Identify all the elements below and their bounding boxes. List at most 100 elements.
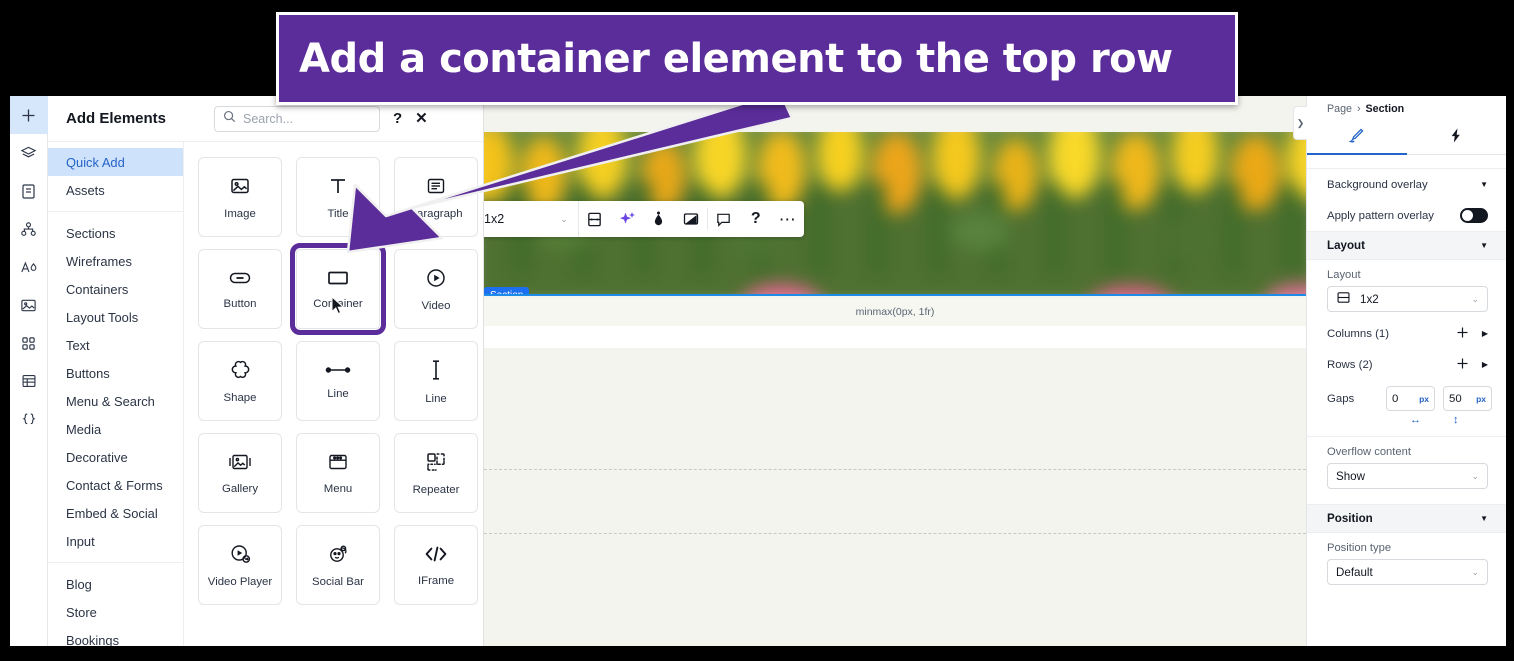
category-list: Quick Add Assets Sections Wireframes Contain… <box>48 142 184 646</box>
inspector-divider <box>1307 436 1506 437</box>
element-tile-title[interactable]: Title <box>296 157 380 237</box>
category-item-sections[interactable]: Sections <box>48 219 183 247</box>
position-type-select[interactable]: Default ⌄ <box>1327 559 1488 585</box>
add-column-icon[interactable] <box>1456 326 1469 342</box>
category-item-layout-tools[interactable]: Layout Tools <box>48 303 183 331</box>
element-tile-button[interactable]: Button <box>198 249 282 329</box>
more-icon[interactable]: ⋯ <box>772 201 804 237</box>
category-item-bookings[interactable]: Bookings <box>48 626 183 647</box>
apply-pattern-overlay-toggle[interactable] <box>1460 208 1488 223</box>
category-item-store[interactable]: Store <box>48 598 183 626</box>
element-tile-iframe[interactable]: IFrame <box>394 525 478 605</box>
horizontal-gap-icon: ↔ <box>1410 414 1421 426</box>
element-tile-repeater[interactable]: Repeater <box>394 433 478 513</box>
chevron-down-icon: ⌄ <box>1471 470 1479 481</box>
layers-icon[interactable] <box>10 134 48 172</box>
image-icon[interactable] <box>10 286 48 324</box>
layout-section-header[interactable]: Layout ▼ <box>1307 231 1506 260</box>
category-item-menu-search[interactable]: Menu & Search <box>48 387 183 415</box>
table-icon[interactable] <box>10 362 48 400</box>
gap-horizontal-unit: px <box>1419 393 1429 404</box>
overflow-content-select[interactable]: Show ⌄ <box>1327 463 1488 489</box>
toolbar-layout-select[interactable]: 1x2 ⌄ <box>484 201 579 237</box>
comment-icon[interactable] <box>708 201 740 237</box>
gap-axis-icons: ↔ ↕ <box>1307 414 1506 426</box>
chevron-down-icon[interactable]: ▼ <box>1480 180 1488 189</box>
element-tile-social-bar[interactable]: Social Bar <box>296 525 380 605</box>
chevron-down-icon[interactable]: ▼ <box>1480 514 1488 523</box>
element-tile-label: Line <box>425 392 447 405</box>
layout-grid-icon[interactable] <box>579 201 611 237</box>
breadcrumb-parent[interactable]: Page <box>1327 103 1352 115</box>
apply-pattern-overlay-row: Apply pattern overlay <box>1307 200 1506 231</box>
category-item-input[interactable]: Input <box>48 527 183 555</box>
collapse-panel-chevron-icon[interactable]: ❯ <box>1293 106 1307 140</box>
category-item-media[interactable]: Media <box>48 415 183 443</box>
expand-columns-icon[interactable]: ▶ <box>1482 329 1488 338</box>
category-item-quick-add[interactable]: Quick Add <box>48 148 183 176</box>
gap-vertical-input[interactable]: 50 px <box>1443 386 1492 411</box>
element-grid: Image Title Paragraph Button Container Video S… <box>198 157 483 605</box>
search-input[interactable] <box>243 111 371 126</box>
help-icon[interactable]: ? <box>740 201 772 237</box>
element-tile-line[interactable]: Line <box>394 341 478 421</box>
gap-horizontal-input[interactable]: 0 px <box>1386 386 1435 411</box>
search-box[interactable] <box>214 105 380 132</box>
gaps-row: Gaps 0 px 50 px <box>1307 380 1506 411</box>
editor-canvas[interactable]: Section 1x2 ⌄ ? ⋯ minmax(0px, 1fr) <box>484 96 1306 646</box>
category-item-assets[interactable]: Assets <box>48 176 183 204</box>
element-tile-shape[interactable]: Shape <box>198 341 282 421</box>
eyedropper-icon[interactable] <box>643 201 675 237</box>
callout-banner: Add a container element to the top row <box>276 12 1238 105</box>
code-braces-icon[interactable] <box>10 400 48 438</box>
add-row-icon[interactable] <box>1456 357 1469 373</box>
category-item-containers[interactable]: Containers <box>48 275 183 303</box>
element-tile-menu[interactable]: Menu <box>296 433 380 513</box>
category-item-contact-forms[interactable]: Contact & Forms <box>48 471 183 499</box>
element-tile-label: Title <box>327 207 349 220</box>
chevron-down-icon[interactable]: ▼ <box>1480 241 1488 250</box>
panel-body: Quick Add Assets Sections Wireframes Contain… <box>48 142 483 646</box>
element-tile-label: Gallery <box>221 482 259 495</box>
tab-interactions[interactable] <box>1407 121 1507 154</box>
element-tile-container[interactable]: Container <box>290 243 386 335</box>
category-item-wireframes[interactable]: Wireframes <box>48 247 183 275</box>
breadcrumb-current: Section <box>1365 102 1405 115</box>
layout-field-label: Layout <box>1327 269 1361 281</box>
expand-rows-icon[interactable]: ▶ <box>1482 360 1488 369</box>
theme-icon[interactable] <box>10 248 48 286</box>
screen-icon[interactable] <box>675 201 707 237</box>
button-tile-icon <box>228 269 252 287</box>
grid-guide-line <box>484 469 1306 470</box>
category-divider <box>48 211 183 212</box>
element-grid-wrap: Image Title Paragraph Button Container Video S… <box>184 142 483 646</box>
element-tile-line[interactable]: Line <box>296 341 380 421</box>
tab-design[interactable] <box>1307 121 1407 155</box>
category-item-text[interactable]: Text <box>48 331 183 359</box>
sitemap-icon[interactable] <box>10 210 48 248</box>
container-tile-icon <box>326 269 350 287</box>
floating-element-toolbar[interactable]: 1x2 ⌄ ? ⋯ <box>484 201 804 237</box>
element-tile-video[interactable]: Video <box>394 249 478 329</box>
element-tile-image[interactable]: Image <box>198 157 282 237</box>
category-item-decorative[interactable]: Decorative <box>48 443 183 471</box>
help-button[interactable]: ? <box>393 111 402 126</box>
element-tile-label: Social Bar <box>312 575 364 588</box>
element-tile-paragraph[interactable]: Paragraph <box>394 157 478 237</box>
element-tile-video-player[interactable]: Video Player <box>198 525 282 605</box>
ai-sparkle-icon[interactable] <box>611 201 643 237</box>
category-item-blog[interactable]: Blog <box>48 570 183 598</box>
close-button[interactable]: ✕ <box>415 111 428 126</box>
add-elements-icon[interactable] <box>10 96 48 134</box>
apps-grid-icon[interactable] <box>10 324 48 362</box>
element-tile-gallery[interactable]: Gallery <box>198 433 282 513</box>
layout-select[interactable]: 1x2 ⌄ <box>1327 286 1488 312</box>
category-item-buttons[interactable]: Buttons <box>48 359 183 387</box>
element-tile-label: Line <box>327 387 349 400</box>
background-overlay-row[interactable]: Background overlay ▼ <box>1307 169 1506 200</box>
layout-select-value: 1x2 <box>1360 292 1379 306</box>
category-item-embed-social[interactable]: Embed & Social <box>48 499 183 527</box>
position-section-header[interactable]: Position ▼ <box>1307 504 1506 533</box>
element-tile-label: Menu <box>323 482 353 495</box>
page-icon[interactable] <box>10 172 48 210</box>
